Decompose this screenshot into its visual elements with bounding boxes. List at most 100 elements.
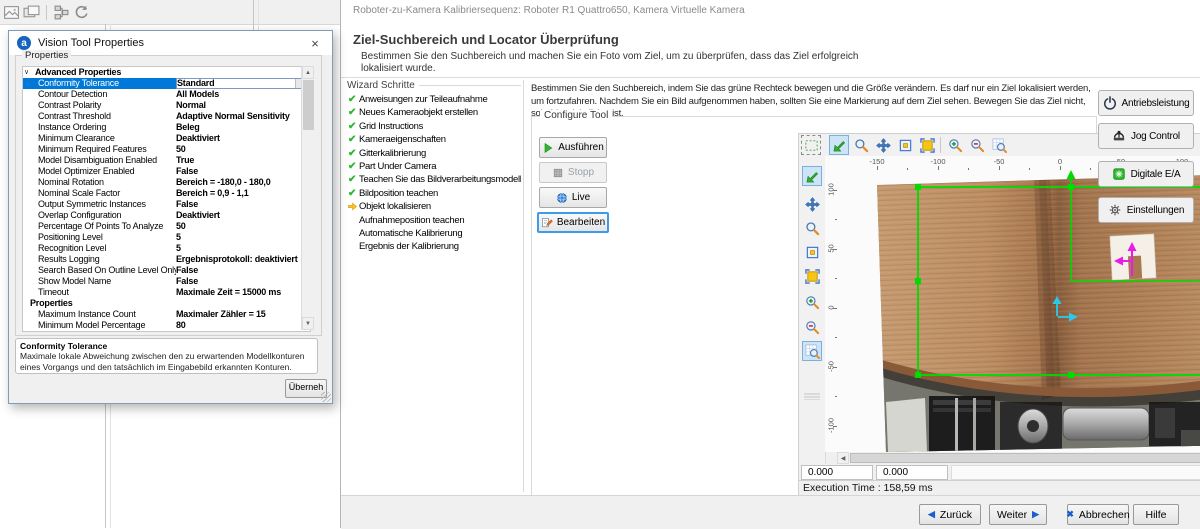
io-icon <box>1112 167 1126 181</box>
collapse-chevron-icon[interactable]: ∨ <box>23 67 32 78</box>
side-button-antriebsleistung[interactable]: Antriebsleistung <box>1098 90 1194 116</box>
property-row[interactable]: TimeoutMaximale Zeit = 15000 ms <box>23 287 310 298</box>
edit-button[interactable]: Bearbeiten <box>537 212 609 233</box>
property-row[interactable]: Maximum Instance CountMaximaler Zähler =… <box>23 309 310 320</box>
property-value: Bereich = -180,0 - 180,0 <box>176 177 310 188</box>
property-value: 5 <box>176 243 310 254</box>
magnifier-icon[interactable] <box>851 135 871 155</box>
wizard-step-pending: Aufnahmeposition teachen <box>345 214 521 227</box>
roi-filled-icon[interactable] <box>802 266 822 286</box>
side-button-einstellungen[interactable]: Einstellungen <box>1098 197 1194 223</box>
select-arrow-icon[interactable] <box>829 135 849 155</box>
roi-filled-icon[interactable] <box>917 135 937 155</box>
property-value-combobox[interactable]: Standard∨ <box>176 78 310 89</box>
property-row[interactable]: Model Optimizer EnabledFalse <box>23 166 310 177</box>
hierarchy-icon[interactable] <box>53 4 70 21</box>
camera-icon[interactable] <box>23 4 40 21</box>
refresh-icon[interactable] <box>73 4 90 21</box>
resize-grip[interactable] <box>321 392 331 402</box>
property-value: 50 <box>176 144 310 155</box>
zoom-out-icon[interactable] <box>967 135 987 155</box>
scroll-up-arrow[interactable]: ▲ <box>302 66 314 79</box>
property-name: Contour Detection <box>23 89 176 100</box>
property-row[interactable]: Nominal RotationBereich = -180,0 - 180,0 <box>23 177 310 188</box>
property-row[interactable]: Model Disambiguation EnabledTrue <box>23 155 310 166</box>
property-row[interactable]: Contrast ThresholdAdaptive Normal Sensit… <box>23 111 310 122</box>
property-name: Maximum Instance Count <box>23 309 176 320</box>
property-row[interactable]: Nominal Scale FactorBereich = 0,9 - 1,1 <box>23 188 310 199</box>
next-button[interactable]: Weiter ▶ <box>989 504 1047 525</box>
scrollbar-thumb[interactable] <box>850 453 1200 463</box>
marquee-icon[interactable] <box>801 135 821 155</box>
property-row[interactable]: Positioning Level5 <box>23 232 310 243</box>
live-button[interactable]: Live <box>539 187 607 208</box>
property-value: 5 <box>176 232 310 243</box>
select-arrow-icon[interactable] <box>802 166 822 186</box>
property-name: Nominal Scale Factor <box>23 188 176 199</box>
property-row[interactable]: Show Model NameFalse <box>23 276 310 287</box>
property-row[interactable]: Conformity ToleranceStandard∨ <box>23 78 310 89</box>
side-button-digitale-e-a[interactable]: Digitale E/A <box>1098 161 1194 187</box>
stop-button[interactable]: Stopp <box>539 162 607 183</box>
property-name: Overlap Configuration <box>23 210 176 221</box>
property-row[interactable]: Recognition Level5 <box>23 243 310 254</box>
status-x-value: 0.000 <box>801 465 873 480</box>
zoom-out-icon[interactable] <box>802 317 822 337</box>
scrollbar-thumb[interactable] <box>303 80 314 130</box>
roi-rect-icon[interactable] <box>802 242 822 262</box>
zoom-fit-icon[interactable] <box>989 135 1009 155</box>
scroll-left-arrow[interactable]: ◀ <box>837 452 849 464</box>
scroll-down-arrow[interactable]: ▼ <box>302 317 314 330</box>
pan-icon[interactable] <box>802 194 822 214</box>
property-value: False <box>176 276 310 287</box>
property-row[interactable]: Minimum ClearanceDeaktiviert <box>23 133 310 144</box>
section-label: Properties <box>27 298 73 309</box>
viewer-toolbar-left <box>799 156 826 464</box>
magnifier-icon[interactable] <box>802 218 822 238</box>
power-icon <box>1103 96 1117 110</box>
background-toolbar <box>0 0 351 25</box>
toolbar-grip[interactable] <box>804 392 820 400</box>
zoom-fit-icon[interactable] <box>802 341 822 361</box>
property-value: Normal <box>176 100 310 111</box>
close-icon[interactable]: × <box>298 31 332 55</box>
property-name: Search Based On Outline Level Only <box>23 265 176 276</box>
next-arrow-icon: ▶ <box>1032 509 1039 520</box>
property-row[interactable]: Minimum Model Percentage80 <box>23 320 310 331</box>
pan-icon[interactable] <box>873 135 893 155</box>
back-button[interactable]: ◀ Zurück <box>919 504 981 525</box>
property-value: Standard <box>177 79 214 88</box>
picture-icon[interactable] <box>3 4 20 21</box>
property-row[interactable]: Percentage Of Points To Analyze50 <box>23 221 310 232</box>
property-row[interactable]: Search Based On Outline Level OnlyFalse <box>23 265 310 276</box>
wizard-step-label: Grid Instructions <box>359 120 423 133</box>
wizard-steps-header: Wizard Schritte <box>347 80 521 91</box>
help-button[interactable]: Hilfe <box>1133 504 1179 525</box>
zoom-in-icon[interactable] <box>802 292 822 312</box>
horizontal-scrollbar[interactable]: ◀ ▶ <box>837 452 1200 464</box>
next-label: Weiter <box>997 509 1027 521</box>
property-row[interactable]: Minimum Required Features50 <box>23 144 310 155</box>
step-check-icon: ✔ <box>345 160 359 173</box>
property-section-header[interactable]: ∨Advanced Properties <box>23 67 310 78</box>
property-value: False <box>176 199 310 210</box>
ruler-tick-label: 0 <box>1048 157 1072 166</box>
run-button[interactable]: Ausführen <box>539 137 607 158</box>
property-section-header[interactable]: Properties <box>23 298 310 309</box>
property-row[interactable]: Results LoggingErgebnisprotokoll: deakti… <box>23 254 310 265</box>
property-row[interactable]: Contrast PolarityNormal <box>23 100 310 111</box>
side-button-jog-control[interactable]: Jog Control <box>1098 123 1194 149</box>
property-grid-scrollbar[interactable]: ▲ ▼ <box>301 66 315 330</box>
property-row[interactable]: Contour DetectionAll Models <box>23 89 310 100</box>
cancel-button[interactable]: ✖ Abbrechen <box>1067 504 1129 525</box>
property-name: Results Logging <box>23 254 176 265</box>
property-row[interactable]: Overlap ConfigurationDeaktiviert <box>23 210 310 221</box>
property-row[interactable]: Output Symmetric InstancesFalse <box>23 199 310 210</box>
zoom-in-icon[interactable] <box>945 135 965 155</box>
property-row[interactable]: Instance OrderingBeleg <box>23 122 310 133</box>
property-name: Timeout <box>23 287 176 298</box>
roi-rect-icon[interactable] <box>895 135 915 155</box>
property-name: Positioning Level <box>23 232 176 243</box>
property-value: Maximale Zeit = 15000 ms <box>176 287 310 298</box>
wizard-step-label: Anweisungen zur Teileaufnahme <box>359 93 487 106</box>
